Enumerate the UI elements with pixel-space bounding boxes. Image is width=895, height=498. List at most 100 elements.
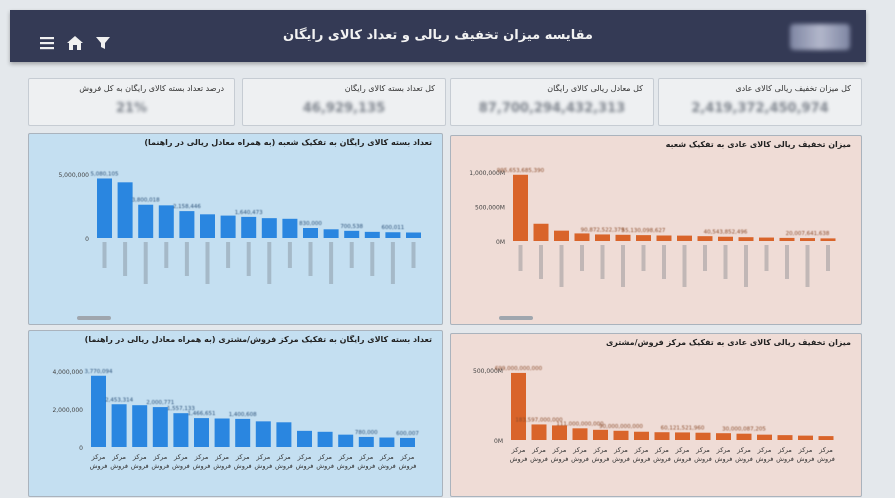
bar[interactable]: [820, 238, 836, 241]
bar-data-label: 700,538: [340, 224, 363, 230]
kpi-label: کل معادل ریالی کالای رایگان: [547, 84, 643, 93]
bar[interactable]: [255, 421, 271, 447]
bar[interactable]: [132, 405, 148, 447]
category-label-blurred: [226, 242, 231, 268]
bar[interactable]: [552, 425, 567, 440]
bar[interactable]: [533, 223, 549, 241]
bar[interactable]: [574, 233, 590, 241]
bar[interactable]: [220, 215, 236, 238]
category-label: فروش: [530, 455, 548, 463]
bar[interactable]: [697, 236, 713, 241]
bar[interactable]: [800, 238, 815, 241]
bar[interactable]: [613, 430, 629, 440]
bar[interactable]: [777, 435, 793, 440]
category-label: مرکز: [531, 446, 546, 454]
bar[interactable]: [798, 435, 813, 440]
category-label-blurred: [246, 242, 251, 276]
category-label: مرکز: [317, 453, 332, 461]
bar[interactable]: [323, 229, 339, 238]
kpi-free-rial-equivalent: کل معادل ریالی کالای رایگان 87,700,294,4…: [450, 78, 654, 126]
bar[interactable]: [400, 437, 415, 447]
category-label: فروش: [254, 462, 272, 470]
bar[interactable]: [615, 234, 631, 241]
category-label: فروش: [357, 462, 375, 470]
chart-free-by-center: 4,000,0002,000,00003,770,094مرکزفروش2,45…: [52, 369, 419, 470]
bar[interactable]: [297, 430, 312, 447]
bar[interactable]: [779, 237, 795, 241]
bar[interactable]: [511, 372, 526, 440]
bar[interactable]: [554, 230, 569, 241]
bar[interactable]: [677, 235, 692, 241]
bar[interactable]: [317, 431, 333, 447]
category-label-blurred: [641, 245, 646, 271]
bar[interactable]: [531, 424, 547, 440]
bar[interactable]: [364, 231, 380, 238]
bar[interactable]: [303, 228, 318, 238]
bar[interactable]: [200, 214, 215, 238]
bar-data-label: 830,000: [299, 221, 322, 227]
bar[interactable]: [593, 429, 608, 440]
bar[interactable]: [241, 216, 257, 238]
bar[interactable]: [97, 178, 112, 238]
category-label: فروش: [213, 462, 231, 470]
bar[interactable]: [261, 218, 277, 238]
bar-data-label: 3,800,018: [132, 198, 160, 204]
bar[interactable]: [634, 431, 649, 440]
bar[interactable]: [406, 232, 421, 238]
category-label-blurred: [164, 242, 169, 268]
bar[interactable]: [138, 204, 154, 238]
bar[interactable]: [179, 211, 195, 238]
bar[interactable]: [158, 205, 174, 238]
bar[interactable]: [718, 236, 733, 241]
category-label: مرکز: [194, 453, 209, 461]
bar[interactable]: [111, 404, 127, 447]
bar-data-label: 60,121,521,960: [661, 425, 705, 431]
bar[interactable]: [759, 237, 774, 241]
bar[interactable]: [385, 232, 401, 238]
bar[interactable]: [379, 437, 395, 448]
category-label: فروش: [172, 462, 190, 470]
category-label: مرکز: [757, 446, 772, 454]
bar[interactable]: [595, 234, 610, 241]
bar-data-label: 3,770,094: [85, 369, 113, 375]
bar[interactable]: [235, 418, 251, 447]
bar[interactable]: [173, 413, 189, 447]
bar[interactable]: [214, 418, 230, 448]
category-label: مرکز: [91, 453, 106, 461]
kpi-total-discount: کل میزان تخفیف ریالی کالای عادی 2,419,37…: [658, 78, 862, 126]
bar[interactable]: [358, 436, 374, 447]
bar[interactable]: [338, 434, 354, 447]
bar[interactable]: [282, 218, 298, 238]
bar[interactable]: [695, 432, 711, 440]
bar[interactable]: [194, 418, 209, 447]
bar[interactable]: [572, 428, 588, 440]
bar[interactable]: [513, 174, 528, 241]
bar[interactable]: [675, 432, 690, 440]
bar[interactable]: [716, 433, 731, 440]
category-label: فروش: [110, 462, 128, 470]
y-tick-label: 0M: [494, 438, 503, 445]
header-bar: مقایسه میزان تخفیف ریالی و تعداد کالای ر…: [10, 10, 866, 62]
bar[interactable]: [654, 432, 670, 440]
bar[interactable]: [636, 235, 651, 241]
category-label: مرکز: [255, 453, 270, 461]
bar[interactable]: [736, 433, 752, 440]
bar[interactable]: [152, 407, 168, 447]
bar[interactable]: [117, 182, 133, 238]
bar[interactable]: [757, 434, 772, 440]
bar[interactable]: [91, 375, 106, 447]
category-label: فروش: [612, 455, 630, 463]
bar[interactable]: [818, 436, 834, 440]
category-label-blurred: [370, 242, 375, 276]
chart-scrollbar[interactable]: [499, 316, 533, 320]
category-label: مرکز: [613, 446, 628, 454]
chart-scrollbar[interactable]: [77, 316, 111, 320]
category-label: فروش: [633, 455, 651, 463]
bar[interactable]: [738, 237, 754, 241]
bar[interactable]: [276, 422, 292, 447]
chart-panel-free-by-branch: تعداد بسته کالای رایگان به تفکیک شعبه (ب…: [28, 133, 443, 325]
bar[interactable]: [656, 235, 672, 241]
bar-data-label: 600,011: [382, 225, 405, 231]
bar-data-label: 20,007,641,638: [786, 231, 830, 237]
bar[interactable]: [344, 230, 360, 238]
